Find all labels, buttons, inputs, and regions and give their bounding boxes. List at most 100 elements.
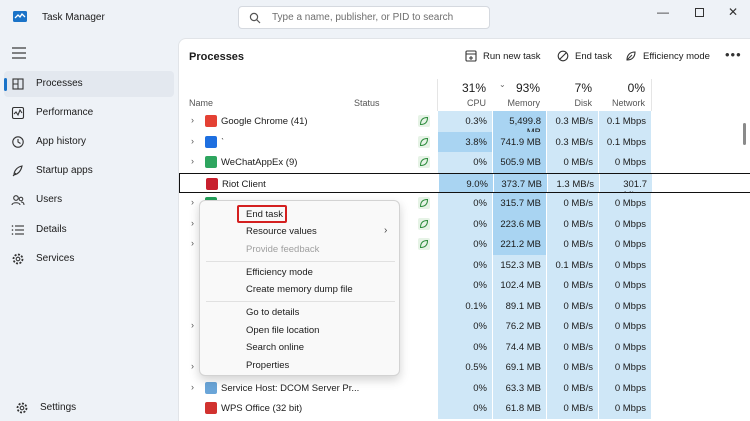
sidebar-item-app-history[interactable]: App history <box>4 129 174 155</box>
disk-cell: 0.3 MB/s <box>546 131 598 152</box>
network-cell: 0 Mbps <box>598 336 651 357</box>
cpu-total: 31% <box>461 81 486 95</box>
sidebar-item-startup-apps[interactable]: Startup apps <box>4 158 174 184</box>
menu-item-resource-values[interactable]: Resource values <box>246 226 317 237</box>
network-cell: 0 Mbps <box>598 234 651 255</box>
cpu-cell: 0.3% <box>437 111 492 132</box>
column-header-cpu[interactable]: 31% CPU <box>437 79 492 111</box>
expand-chevron-icon[interactable]: › <box>191 238 194 248</box>
memory-cell: 221.2 MB <box>492 234 546 255</box>
table-row[interactable]: Riot Client 9.0%373.7 MB1.3 MB/s301.7 Mbp… <box>179 172 750 201</box>
run-new-task-button[interactable]: Run new task <box>465 48 541 64</box>
network-cell: 0 Mbps <box>598 316 651 337</box>
expand-chevron-icon[interactable]: › <box>191 218 194 228</box>
column-header-status[interactable]: Status <box>354 98 380 108</box>
wechat-icon <box>205 156 217 168</box>
menu-item-create-dump[interactable]: Create memory dump file <box>246 284 353 295</box>
close-button[interactable]: ✕ <box>716 2 750 22</box>
expand-chevron-icon[interactable]: › <box>191 382 194 392</box>
expand-chevron-icon[interactable]: › <box>191 115 194 125</box>
network-total: 0% <box>627 81 645 95</box>
table-row[interactable]: › ˋ 3.8% 741.9 MB 0.3 MB/s 0.1 Mbps <box>179 131 750 152</box>
column-header-name[interactable]: Name <box>189 98 213 108</box>
network-label: Network <box>611 98 645 108</box>
network-cell: 0 Mbps <box>598 275 651 296</box>
memory-label: Memory <box>507 98 540 108</box>
startup-icon <box>12 165 23 177</box>
sidebar-item-performance[interactable]: Performance <box>4 100 174 126</box>
expand-chevron-icon[interactable]: › <box>191 156 194 166</box>
table-row[interactable]: › Service Host: DCOM Server Pr... 0% 63.3 M… <box>179 377 750 398</box>
close-icon: ✕ <box>727 5 739 19</box>
cpu-cell: 0% <box>437 152 492 173</box>
column-header-network[interactable]: 0% Network <box>598 79 651 111</box>
cpu-cell: 0% <box>437 316 492 337</box>
memory-total: 93% <box>515 81 540 95</box>
table-row[interactable]: WPS Office (32 bit) 0% 61.8 MB 0 MB/s 0 Mbps <box>179 398 750 419</box>
efficiency-mode-button[interactable]: Efficiency mode <box>625 48 710 64</box>
minimize-button[interactable]: — <box>646 2 680 22</box>
table-row[interactable]: › Google Chrome (41) 0.3%5,499.8 MB0.3 MB/… <box>179 111 750 138</box>
users-icon <box>11 195 25 206</box>
network-cell: 0 Mbps <box>598 295 651 316</box>
active-indicator <box>4 78 7 91</box>
cpu-cell: 0.5% <box>437 357 492 378</box>
disk-cell: 0 MB/s <box>546 193 598 214</box>
more-options-button[interactable]: ••• <box>725 47 742 62</box>
history-icon <box>12 136 24 148</box>
process-name: ˋ <box>221 136 225 148</box>
end-task-button[interactable]: End task <box>557 48 612 64</box>
menu-item-open-file-location[interactable]: Open file location <box>246 325 319 336</box>
run-task-icon <box>465 50 477 62</box>
minimize-icon: — <box>657 5 669 19</box>
menu-item-efficiency-mode[interactable]: Efficiency mode <box>246 267 313 278</box>
network-cell: 0.1 Mbps <box>598 111 651 132</box>
menu-item-search-online[interactable]: Search online <box>246 342 304 353</box>
more-icon: ••• <box>725 47 742 62</box>
chrome-icon <box>205 115 217 127</box>
column-header-disk[interactable]: 7% Disk <box>546 79 598 111</box>
expand-chevron-icon[interactable]: › <box>191 320 194 330</box>
menu-item-properties[interactable]: Properties <box>246 360 289 371</box>
hamburger-menu-icon[interactable] <box>12 47 26 59</box>
expand-chevron-icon[interactable]: › <box>191 361 194 371</box>
expand-chevron-icon[interactable]: › <box>191 197 194 207</box>
disk-cell: 0 MB/s <box>546 213 598 234</box>
column-header-memory[interactable]: 93% Memory <box>492 79 546 111</box>
disk-cell: 0 MB/s <box>546 377 598 398</box>
sidebar-item-users[interactable]: Users <box>4 187 174 213</box>
expand-chevron-icon[interactable]: › <box>191 136 194 146</box>
network-cell: 0 Mbps <box>598 357 651 378</box>
process-name: WPS Office (32 bit) <box>221 403 303 414</box>
sidebar-item-settings[interactable]: Settings <box>8 395 178 421</box>
vertical-scrollbar[interactable] <box>743 123 746 145</box>
page-title: Processes <box>189 51 245 63</box>
disk-cell: 0 MB/s <box>546 152 598 173</box>
search-input[interactable]: Type a name, publisher, or PID to search <box>238 6 490 29</box>
network-cell: 0 Mbps <box>598 377 651 398</box>
memory-cell: 63.3 MB <box>492 377 546 398</box>
window-title: Task Manager <box>42 12 105 23</box>
menu-item-go-to-details[interactable]: Go to details <box>246 307 299 318</box>
table-row[interactable]: › WeChatAppEx (9) 0% 505.9 MB 0 MB/s 0 Mbps <box>179 152 750 173</box>
cpu-cell: 9.0% <box>438 173 493 192</box>
settings-gear-icon <box>16 402 28 414</box>
sidebar-item-processes[interactable]: Processes <box>4 71 174 97</box>
maximize-button[interactable] <box>682 2 716 22</box>
processes-icon <box>12 78 24 90</box>
sidebar-item-services[interactable]: Services <box>4 246 174 272</box>
network-cell: 301.7 Mbps <box>599 173 652 201</box>
sidebar-item-label: Startup apps <box>36 165 93 176</box>
process-name: Service Host: DCOM Server Pr... <box>221 382 360 394</box>
sidebar-item-label: Users <box>36 194 63 205</box>
memory-cell: 315.7 MB <box>492 193 546 214</box>
menu-item-end-task[interactable]: End task <box>246 209 283 220</box>
memory-cell: 74.4 MB <box>492 336 546 357</box>
cpu-cell: 0% <box>437 336 492 357</box>
process-name: WeChatAppEx (9) <box>221 157 298 168</box>
network-cell: 0 Mbps <box>598 213 651 234</box>
memory-cell: 5,499.8 MB <box>492 111 546 138</box>
sidebar-item-details[interactable]: Details <box>4 217 174 243</box>
efficiency-leaf-icon <box>418 197 430 209</box>
search-icon <box>249 12 261 24</box>
